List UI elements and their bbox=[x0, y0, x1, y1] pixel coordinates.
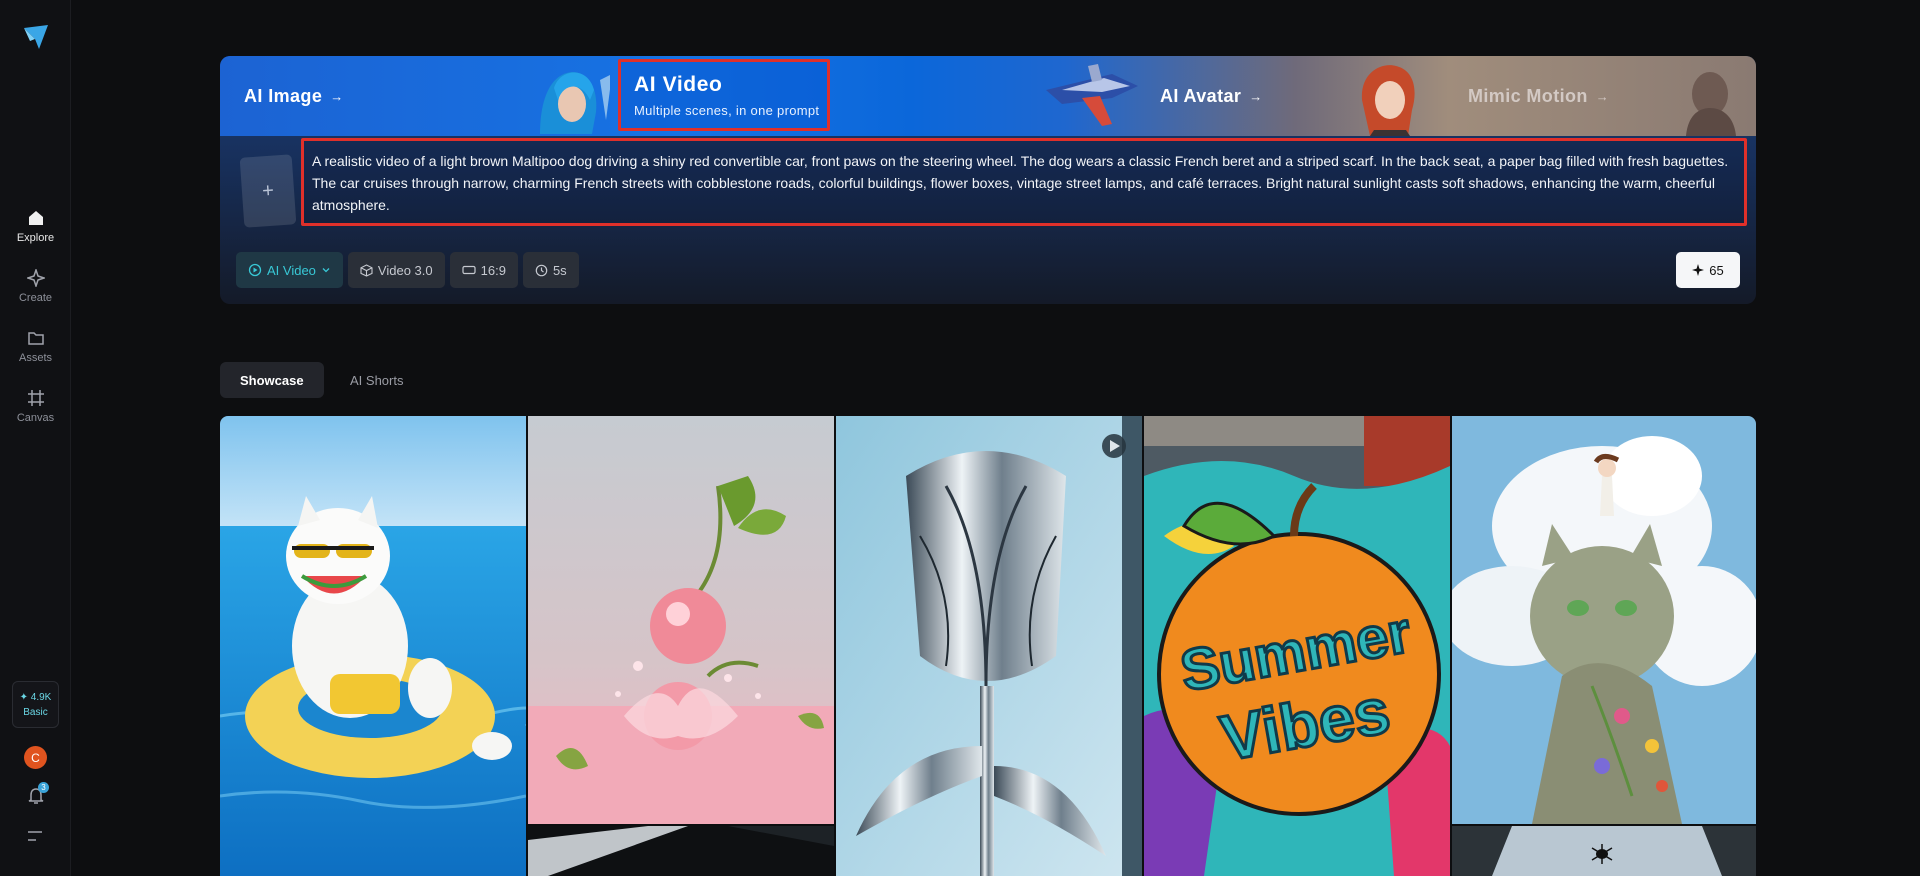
creation-panel: AI Image → AI Video Multiple scenes, in … bbox=[220, 56, 1756, 304]
credits-badge[interactable]: ✦ 4.9K Basic bbox=[12, 681, 59, 728]
nav-explore[interactable]: Explore bbox=[0, 208, 71, 258]
summer-vibes-orange-image: Summer Vibes bbox=[1144, 416, 1450, 876]
tab-ai-video-label: AI Video bbox=[634, 73, 723, 96]
gallery-card[interactable] bbox=[528, 416, 834, 824]
plus-icon: + bbox=[261, 179, 275, 202]
generate-cost: 65 bbox=[1709, 262, 1724, 278]
sidebar: Explore Create Assets Canvas ✦ 4.9K Basi… bbox=[0, 0, 71, 876]
tab-ai-avatar[interactable]: AI Avatar → bbox=[1160, 56, 1262, 136]
ai-avatar-thumbnail bbox=[1361, 65, 1415, 136]
gallery-card[interactable]: Summer Vibes bbox=[1144, 416, 1450, 876]
tab-showcase[interactable]: Showcase bbox=[220, 362, 324, 398]
model-select-label: Video 3.0 bbox=[377, 262, 433, 278]
nav-assets[interactable]: Assets bbox=[0, 328, 71, 378]
ai-video-plane-thumbnail bbox=[1046, 64, 1138, 126]
aspect-ratio-select[interactable]: 16:9 bbox=[449, 252, 518, 288]
nav-canvas-label: Canvas bbox=[16, 412, 55, 424]
tab-ai-image-label: AI Image bbox=[244, 85, 323, 106]
sparkle-icon bbox=[1692, 264, 1705, 276]
showcase-gallery: Summer Vibes bbox=[220, 416, 1756, 876]
spider-web-image bbox=[1452, 826, 1756, 876]
arrow-right-icon: → bbox=[1595, 88, 1609, 104]
folder-icon bbox=[26, 328, 46, 348]
clock-icon bbox=[535, 264, 548, 276]
gallery-card[interactable] bbox=[528, 826, 834, 876]
arrow-right-icon: → bbox=[1249, 88, 1263, 104]
tab-mimic-motion-label: Mimic Motion bbox=[1468, 85, 1588, 106]
tab-ai-video-subtitle: Multiple scenes, in one prompt bbox=[634, 103, 820, 118]
chevron-down-icon bbox=[322, 268, 330, 273]
cat-in-pool-image bbox=[220, 416, 526, 876]
tab-ai-video[interactable]: AI Video Multiple scenes, in one prompt bbox=[618, 59, 830, 131]
mimic-motion-thumbnail bbox=[1686, 72, 1736, 136]
gallery-card[interactable] bbox=[220, 416, 526, 876]
prompt-input[interactable]: A realistic video of a light brown Malti… bbox=[301, 138, 1747, 226]
video-mode-icon bbox=[248, 263, 262, 277]
mode-select-label: AI Video bbox=[267, 262, 316, 278]
canvas-frame-icon bbox=[26, 388, 46, 408]
ai-image-thumbnail bbox=[540, 72, 610, 134]
notification-badge: 3 bbox=[38, 782, 49, 793]
avatar[interactable]: C bbox=[24, 746, 47, 769]
tab-ai-shorts[interactable]: AI Shorts bbox=[330, 362, 423, 398]
gallery-card[interactable] bbox=[1452, 826, 1756, 876]
mode-tabs: AI Image → AI Video Multiple scenes, in … bbox=[220, 56, 1756, 136]
duration-select[interactable]: 5s bbox=[522, 252, 579, 288]
model-select[interactable]: Video 3.0 bbox=[347, 252, 445, 288]
gallery-card[interactable] bbox=[836, 416, 1142, 876]
generation-options: AI Video Video 3.0 16:9 5s bbox=[236, 252, 579, 288]
nav-create-label: Create bbox=[18, 292, 53, 304]
tab-ai-image[interactable]: AI Image → bbox=[244, 56, 343, 136]
nav-canvas[interactable]: Canvas bbox=[0, 388, 71, 438]
aspect-ratio-icon bbox=[462, 265, 476, 275]
sparkle-diamond-icon bbox=[26, 268, 46, 288]
tab-ai-avatar-label: AI Avatar bbox=[1160, 85, 1242, 106]
nav-explore-label: Explore bbox=[16, 232, 55, 244]
arrow-right-icon: → bbox=[330, 88, 344, 104]
mode-select[interactable]: AI Video bbox=[236, 252, 343, 288]
duration-label: 5s bbox=[552, 262, 567, 278]
cat-clouds-image bbox=[1452, 416, 1756, 824]
tab-mimic-motion[interactable]: Mimic Motion → bbox=[1468, 56, 1609, 136]
plan-name: Basic bbox=[23, 706, 48, 718]
prompt-area: + A realistic video of a light brown Mal… bbox=[220, 136, 1756, 304]
upload-reference-button[interactable]: + bbox=[239, 154, 297, 228]
chrome-tulip-image bbox=[836, 416, 1142, 876]
neon-hallway-image bbox=[528, 826, 834, 876]
nav-create[interactable]: Create bbox=[0, 268, 71, 318]
menu-icon[interactable] bbox=[26, 828, 44, 844]
cherries-splash-image bbox=[528, 416, 834, 824]
cube-icon bbox=[360, 263, 373, 277]
app-logo-icon[interactable] bbox=[22, 24, 50, 50]
generate-button[interactable]: 65 bbox=[1676, 252, 1740, 288]
home-icon bbox=[26, 208, 46, 228]
credits-amount: ✦ 4.9K bbox=[19, 691, 52, 703]
aspect-ratio-label: 16:9 bbox=[480, 262, 506, 278]
gallery-card[interactable] bbox=[1452, 416, 1756, 824]
nav-assets-label: Assets bbox=[18, 352, 52, 364]
